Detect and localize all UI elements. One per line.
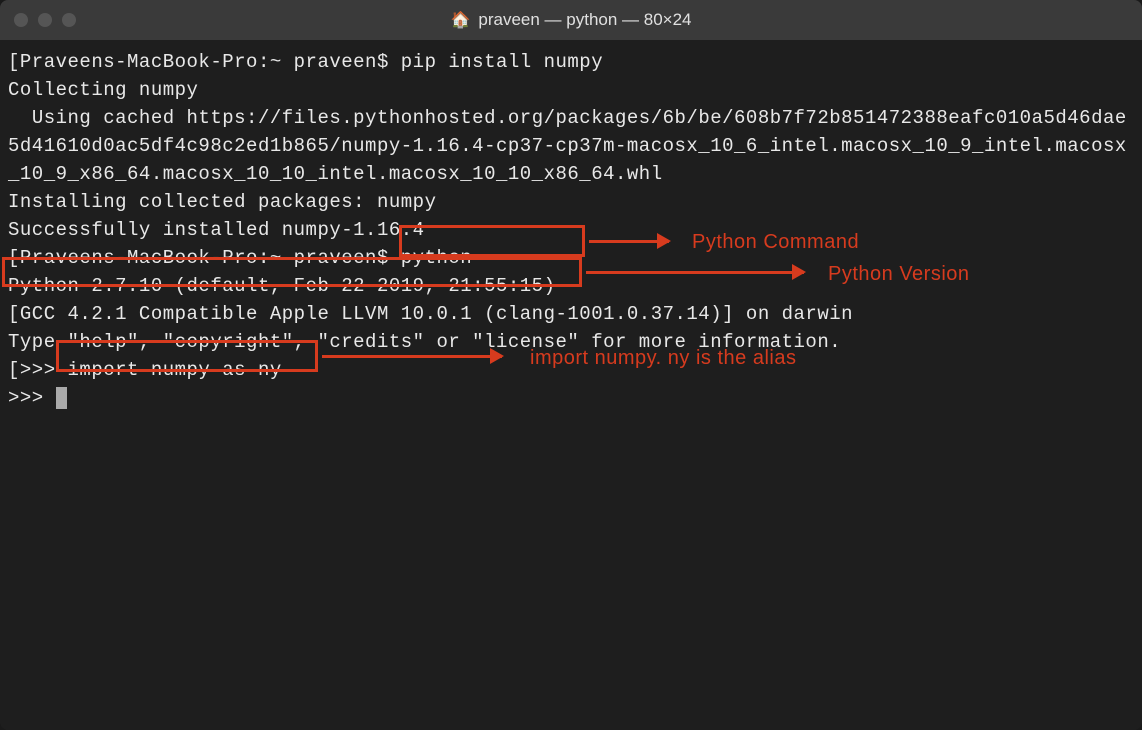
maximize-icon[interactable] [62,13,76,27]
terminal-line: Using cached https://files.pythonhosted.… [8,107,1127,185]
terminal-line: [Praveens-MacBook-Pro:~ praveen$ python [8,247,472,269]
close-icon[interactable] [14,13,28,27]
home-icon: 🏠 [450,10,470,30]
minimize-icon[interactable] [38,13,52,27]
titlebar[interactable]: 🏠 praveen — python — 80×24 [0,0,1142,40]
terminal-line: >>> [8,387,56,409]
annotation-arrow [586,271,804,274]
terminal-line: [>>> import numpy as ny [8,359,282,381]
terminal-line: [GCC 4.2.1 Compatible Apple LLVM 10.0.1 … [8,303,853,325]
cursor [56,387,67,409]
terminal-window: 🏠 praveen — python — 80×24 [Praveens-Mac… [0,0,1142,730]
terminal-line: [Praveens-MacBook-Pro:~ praveen$ pip ins… [8,51,603,73]
annotation-label-python-ver: Python Version [828,260,970,288]
terminal-line: Installing collected packages: numpy [8,191,436,213]
window-title: 🏠 praveen — python — 80×24 [450,10,691,30]
terminal-line: Collecting numpy [8,79,198,101]
terminal-line: Python 2.7.10 (default, Feb 22 2019, 21:… [8,275,556,297]
terminal-line: Successfully installed numpy-1.16.4 [8,219,425,241]
terminal-body[interactable]: [Praveens-MacBook-Pro:~ praveen$ pip ins… [0,40,1142,730]
traffic-lights [14,13,76,27]
annotation-arrow [322,355,502,358]
annotation-label-python-cmd: Python Command [692,228,859,256]
annotation-arrow [589,240,669,243]
terminal-line: Type "help", "copyright", "credits" or "… [8,331,841,353]
window-title-text: praveen — python — 80×24 [478,10,691,30]
